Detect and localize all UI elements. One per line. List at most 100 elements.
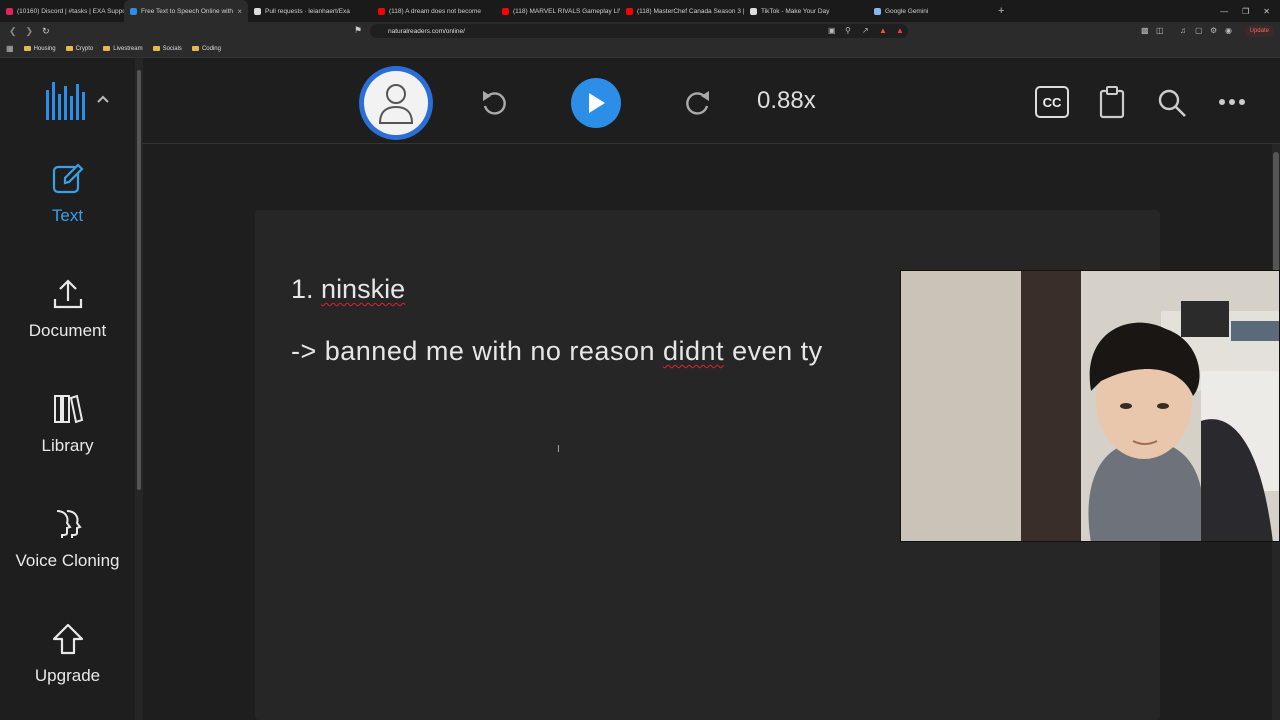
sidebar-item-label: Text [51, 206, 84, 225]
play-button[interactable] [571, 78, 621, 128]
browser-tab[interactable]: (118) A dream does not become [372, 0, 496, 22]
favicon-icon [626, 7, 633, 15]
sidebar-item-library[interactable]: Library [0, 392, 135, 456]
chevron-up-icon[interactable] [96, 94, 110, 104]
folder-icon [152, 46, 160, 51]
naturalreaders-logo[interactable] [44, 80, 92, 124]
close-tab-icon[interactable]: × [237, 7, 242, 16]
line-2-end: even ty [732, 336, 823, 366]
text-line-1: 1. ninskie [291, 274, 405, 305]
wallet-icon[interactable]: ▢ [1195, 26, 1203, 35]
media-icon[interactable]: ♫ [1180, 26, 1186, 35]
tab-title: (118) MARVEL RIVALS Gameplay LIVI [513, 7, 620, 15]
sidebar-item-text[interactable]: Text [0, 162, 135, 226]
bookmark-label: Socials [162, 45, 182, 52]
sidebar-scrollbar-thumb[interactable] [137, 70, 141, 490]
reload-icon[interactable]: ↻ [42, 26, 50, 37]
line-2-start: -> banned me with no reason [291, 336, 655, 366]
bookmark-folder[interactable]: Livestream [103, 46, 143, 52]
favicon-icon [378, 7, 385, 15]
tab-title: (118) MasterChef Canada Season 3 | [637, 7, 744, 15]
sidebar-item-label: Upgrade [34, 666, 101, 685]
favicon-icon [6, 7, 13, 15]
brave-shield-icon[interactable]: ▲ [879, 26, 887, 35]
tab-strip: (10160) Discord | #tasks | EXA Suppo Free… [0, 0, 992, 22]
browser-tab[interactable]: Free Text to Speech Online with × [124, 0, 248, 22]
minimize-icon[interactable]: — [1220, 7, 1228, 16]
bookmark-folder[interactable]: Socials [152, 45, 182, 52]
favicon-icon [874, 7, 881, 15]
sidebar-scrollbar[interactable] [135, 58, 143, 720]
bookmark-label: Crypto [75, 45, 94, 52]
tab-title: Google Gemini [885, 7, 929, 15]
sidebar-item-label: Voice Cloning [15, 551, 120, 570]
browser-tab[interactable]: (118) MasterChef Canada Season 3 | [620, 0, 744, 22]
browser-tab[interactable]: Pull requests · leianhaert/Exa [248, 0, 372, 22]
maximize-icon[interactable]: ❐ [1242, 7, 1249, 16]
browser-tab[interactable]: TikTok - Make Your Day [744, 0, 868, 22]
more-options-icon[interactable] [1218, 98, 1246, 106]
rewind-icon[interactable] [479, 86, 509, 118]
sidebar-item-document[interactable]: Document [0, 277, 135, 341]
player-toolbar: 0.88x CC [143, 58, 1280, 144]
webcam-overlay [900, 270, 1280, 542]
sidebar: Text Document Library Voice Cloning Upgr… [0, 58, 135, 720]
back-icon[interactable]: ❮ [9, 26, 17, 37]
bookmark-folder[interactable]: Coding [191, 45, 221, 52]
address-bar-row: ❮ ❯ ↻ ⚑ naturalreaders.com/online/ ▣ ⚲ ↗… [0, 22, 1280, 40]
forward-skip-icon[interactable] [683, 86, 713, 118]
browser-tab[interactable]: (118) MARVEL RIVALS Gameplay LIVI [496, 0, 620, 22]
clipboard-icon[interactable] [1098, 85, 1126, 119]
sidebar-item-label: Document [28, 321, 107, 340]
search-icon[interactable] [1157, 88, 1187, 118]
cast-icon[interactable]: ▣ [828, 26, 836, 35]
browser-tab[interactable]: (10160) Discord | #tasks | EXA Suppo [0, 0, 124, 22]
webcam-image [901, 271, 1279, 541]
tab-title: Free Text to Speech Online with [141, 7, 234, 15]
folder-icon [191, 46, 199, 51]
folder-icon [23, 46, 31, 51]
zoom-icon[interactable]: ⚲ [845, 26, 851, 35]
tab-title: (118) A dream does not become [389, 7, 482, 15]
captions-button[interactable]: CC [1035, 86, 1069, 118]
browser-tab[interactable]: Google Gemini [868, 0, 992, 22]
misspelled-word: ninskie [321, 274, 406, 304]
vpn-icon[interactable]: ◉ [1225, 26, 1232, 35]
sidebar-toggle-icon[interactable]: ◫ [1156, 26, 1164, 35]
close-window-icon[interactable]: ✕ [1263, 7, 1270, 16]
line-1-number: 1. [291, 274, 314, 304]
bookmark-icon[interactable]: ⚑ [354, 25, 362, 36]
misspelled-word: didnt [663, 336, 725, 366]
settings-icon[interactable]: ⚙ [1210, 26, 1217, 35]
voice-avatar-button[interactable] [359, 66, 433, 140]
upload-icon [53, 279, 82, 309]
sidebar-item-voice-cloning[interactable]: Voice Cloning [0, 507, 135, 571]
new-tab-button[interactable]: + [998, 5, 1004, 17]
text-cursor-icon: ​I [557, 444, 560, 455]
avatar [364, 71, 428, 135]
sidebar-item-label: Library [41, 436, 94, 455]
tab-title: Pull requests · leianhaert/Exa [265, 7, 350, 15]
url-text: naturalreaders.com/online/ [388, 27, 465, 35]
share-icon[interactable]: ↗ [862, 26, 869, 35]
sidebar-item-upgrade[interactable]: Upgrade [0, 622, 135, 686]
extensions-icon[interactable]: ▩ [1141, 26, 1149, 35]
voice-cloning-icon [56, 510, 82, 538]
speed-button[interactable]: 0.88x [757, 87, 816, 115]
folder-icon [103, 46, 111, 51]
favicon-icon [750, 7, 757, 15]
edit-icon [52, 163, 84, 194]
play-icon [589, 93, 605, 113]
brave-rewards-icon[interactable]: ▲ [896, 26, 904, 35]
favicon-icon [130, 7, 137, 15]
tab-title: TikTok - Make Your Day [761, 7, 830, 15]
bookmark-folder[interactable]: Housing [23, 46, 56, 52]
bookmark-folder[interactable]: Crypto [65, 45, 94, 52]
text-line-2: -> banned me with no reason didnt even t… [291, 336, 823, 367]
bookmark-label: Coding [201, 45, 221, 52]
update-button[interactable]: Update [1244, 25, 1274, 37]
favicon-icon [502, 7, 509, 15]
forward-icon[interactable]: ❯ [26, 26, 34, 37]
apps-icon[interactable]: ▦ [6, 44, 14, 53]
window-controls: — ❐ ✕ [1220, 0, 1280, 22]
